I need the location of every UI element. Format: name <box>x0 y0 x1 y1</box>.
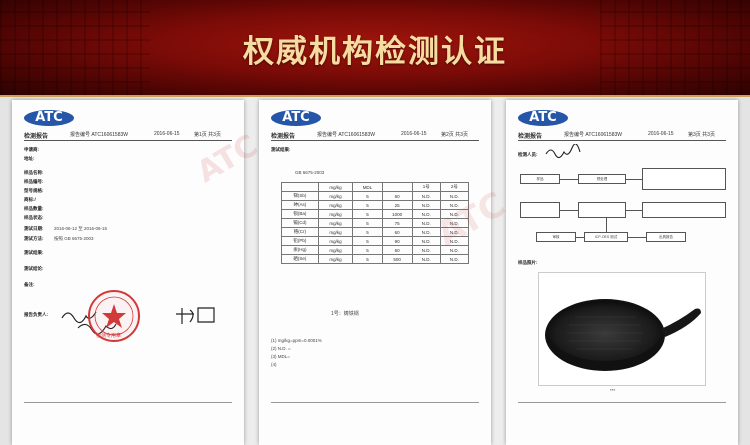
footer-rule <box>271 402 479 403</box>
flow-arrow <box>576 237 584 238</box>
footer-rule <box>24 402 232 403</box>
atc-logo: ATC <box>24 110 74 126</box>
field-applicant: 申请商: <box>24 147 39 152</box>
test-period-label: 测试日期: <box>24 226 44 231</box>
field-address: 地址: <box>24 156 35 161</box>
table-row: 砷(As) mg/kg 5 25 N.D. N.D. <box>281 200 470 210</box>
footer-rule <box>518 402 726 403</box>
conclusion-label: 测试结论: <box>24 266 44 271</box>
note-4: (4) <box>271 362 277 367</box>
header-banner: 权威机构检测认证 <box>0 0 750 97</box>
page-number: 第2页 共3页 <box>441 132 468 138</box>
atc-logo: ATC <box>518 110 568 126</box>
note-3: (3) MDL= <box>271 354 290 359</box>
field-sample-name: 样品名称: <box>24 170 44 175</box>
report-date: 2016-06-15 <box>401 131 427 137</box>
report-number: 报告编号 ATC16061583W <box>564 132 622 138</box>
signatures <box>61 307 215 335</box>
flow-arrow <box>626 210 642 211</box>
table-row: 硒(Se) mg/kg 5 500 N.D. N.D. <box>281 254 470 264</box>
report-number: 报告编号 ATC16061583W <box>317 132 375 138</box>
flow-step-5: 出具报告 <box>646 232 686 242</box>
page-number: 第3页 共3页 <box>688 132 715 138</box>
note-1: (1) mg/kg=ppm=0.0001% <box>271 338 322 343</box>
table-header-row: mg/kg MDL 1号 2号 <box>281 182 470 192</box>
report-date: 2016-06-15 <box>648 131 674 137</box>
flow-arrow <box>560 210 578 211</box>
sample-photo <box>538 272 706 386</box>
table-row: 汞(Hg) mg/kg 5 60 N.D. N.D. <box>281 245 470 255</box>
results-label: 测试结果: <box>24 250 44 255</box>
field-quantity: 样品数量: <box>24 206 44 211</box>
method-label: 测试方法: <box>24 236 44 241</box>
frying-pan-image <box>545 299 701 371</box>
flow-arrow <box>628 237 646 238</box>
flow-step-3-detail-b <box>578 202 626 218</box>
flow-arrow <box>626 179 642 180</box>
flow-step-2: 预处理 <box>578 174 626 184</box>
header-rule <box>518 140 726 141</box>
signature-label: 报告负责人: <box>24 312 48 317</box>
flow-step-3-detail-c <box>642 202 726 218</box>
report-label: 检测报告 <box>24 134 49 140</box>
standard-reference: GB 6675-2003 <box>295 170 325 175</box>
page-number: 第1页 共3页 <box>194 132 221 138</box>
photo-caption: *** <box>610 388 616 393</box>
report-page-3: ATC 检测报告 报告编号 ATC16061583W 2016-06-15 第3… <box>506 100 738 445</box>
flow-step-3: ICP-OES 测试 <box>584 232 628 242</box>
seal-caption: 检测专用章 <box>96 333 122 339</box>
report-label: 检测报告 <box>518 134 543 140</box>
field-model: 型号规格: <box>24 188 44 193</box>
field-brand: 商标:/ <box>24 197 36 202</box>
header-rule <box>24 140 232 141</box>
report-date: 2016-06-15 <box>154 131 180 137</box>
tester-label: 检测人员: <box>518 152 538 157</box>
method-text: 按照 GB 6675-2003 <box>54 236 94 241</box>
test-period: 2016-06-12 至 2016-06-15 <box>54 226 108 231</box>
field-status: 样品状态: <box>24 215 44 220</box>
table-row: 锑(Sb) mg/kg 5 60 N.D. N.D. <box>281 191 470 201</box>
flow-arrow <box>606 218 607 232</box>
banner-title: 权威机构检测认证 <box>243 34 507 70</box>
flow-step-4: 审核 <box>536 232 576 242</box>
report-number: 报告编号 ATC16061583W <box>70 132 128 138</box>
remarks-label: 备注: <box>24 282 35 287</box>
field-sample-no: 样品编号: <box>24 179 44 184</box>
sample-caption: 1号：铸铁锅 <box>331 311 359 317</box>
note-2: (2) N.D. = <box>271 346 291 351</box>
report-page-2: ATC 检测报告 报告编号 ATC16061583W 2016-06-15 第2… <box>259 100 491 445</box>
header-rule <box>271 140 479 141</box>
flow-step-2-detail <box>642 168 726 190</box>
photo-label: 样品照片: <box>518 260 538 265</box>
